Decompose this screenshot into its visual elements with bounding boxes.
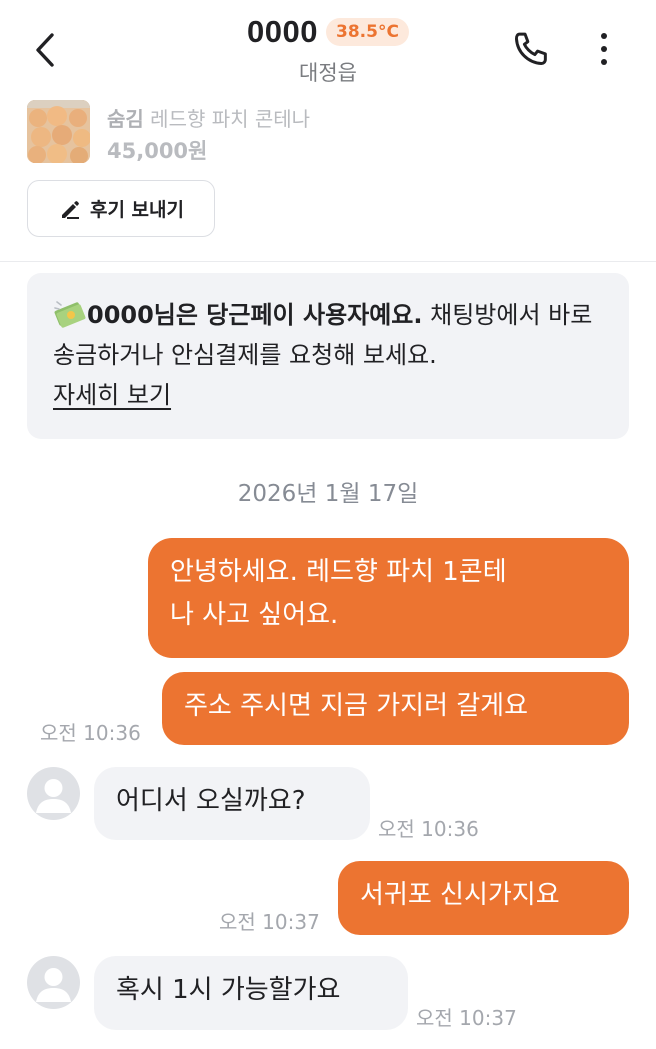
- product-title[interactable]: 숨김 레드향 파치 콘테나: [107, 103, 310, 132]
- money-icon: [54, 301, 86, 328]
- more-vertical-icon: [601, 33, 607, 65]
- pencil-icon: [61, 200, 79, 219]
- default-profile-icon: [36, 779, 71, 813]
- default-profile-icon: [36, 968, 71, 1002]
- header-divider: [0, 261, 656, 262]
- message-text: 나 사고 싶어요.: [170, 600, 339, 630]
- more-options-button[interactable]: [590, 30, 618, 70]
- send-review-label: 후기 보내기: [89, 199, 184, 221]
- incoming-message-bubble[interactable]: 어디서 오실까요?: [94, 767, 370, 840]
- message-text: 주소 주시면 지금 가지러 갈게요: [184, 691, 529, 721]
- partner-name: 0000: [247, 14, 319, 49]
- partner-location: 대정읍: [299, 61, 357, 85]
- daangn-pay-notice: 0000님은 당근페이 사용자예요. 채팅방에서 바로 송금하거나 안심결제를 …: [27, 273, 629, 439]
- message-text: 혹시 1시 가능할가요: [116, 975, 341, 1005]
- partner-avatar[interactable]: [27, 956, 80, 1009]
- date-separator: 2026년 1월 17일: [237, 481, 419, 507]
- outgoing-message-bubble[interactable]: 주소 주시면 지금 가지러 갈게요: [162, 672, 629, 745]
- message-time: 오전 10:36: [40, 721, 141, 745]
- partner-avatar[interactable]: [27, 767, 80, 820]
- product-status-label: 숨김: [107, 107, 144, 131]
- chat-header-title: 0000 38.5°C: [0, 14, 656, 50]
- phone-icon: [514, 32, 547, 66]
- send-review-button[interactable]: 후기 보내기: [27, 180, 215, 237]
- product-price: 45,000원: [107, 139, 208, 163]
- message-text: 서귀포 신시가지요: [360, 880, 560, 910]
- message-time: 오전 10:37: [416, 1006, 517, 1030]
- message-text: 안녕하세요. 레드향 파치 1콘테: [170, 557, 507, 587]
- outgoing-message-bubble[interactable]: 서귀포 신시가지요: [338, 861, 629, 935]
- outgoing-message-bubble[interactable]: 안녕하세요. 레드향 파치 1콘테 나 사고 싶어요.: [148, 538, 629, 658]
- message-time: 오전 10:36: [378, 817, 479, 841]
- message-time: 오전 10:37: [219, 910, 320, 934]
- product-thumbnail[interactable]: [27, 100, 90, 163]
- call-button[interactable]: [510, 28, 552, 70]
- tangerine-box-image: [27, 100, 90, 163]
- manner-temperature-badge: 38.5°C: [326, 18, 409, 46]
- incoming-message-bubble[interactable]: 혹시 1시 가능할가요: [94, 956, 408, 1030]
- notice-headline: 0000님은 당근페이 사용자예요.: [87, 301, 423, 329]
- message-text: 어디서 오실까요?: [116, 786, 306, 816]
- product-name: 레드향 파치 콘테나: [150, 107, 311, 131]
- see-details-link[interactable]: 자세히 보기: [53, 381, 171, 409]
